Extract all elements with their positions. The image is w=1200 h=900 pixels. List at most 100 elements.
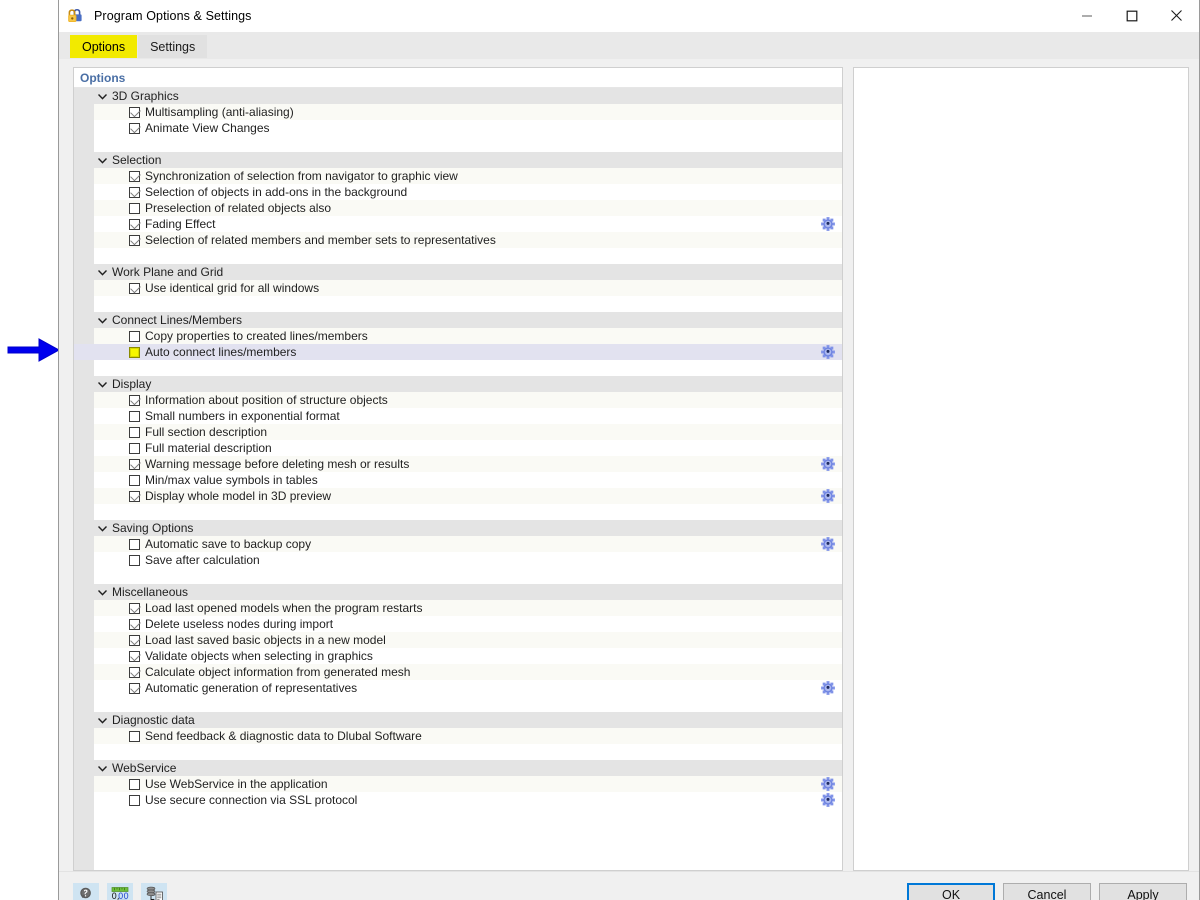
option-row[interactable]: Animate View Changes (74, 120, 842, 136)
option-checkbox[interactable] (129, 331, 140, 342)
option-row[interactable]: Selection of related members and member … (74, 232, 842, 248)
chevron-down-icon[interactable] (95, 712, 109, 728)
option-checkbox[interactable] (129, 187, 140, 198)
ok-button[interactable]: OK (907, 883, 995, 900)
gear-icon[interactable] (821, 681, 835, 695)
group-header-saving-options[interactable]: Saving Options (74, 520, 842, 536)
option-row[interactable]: Load last saved basic objects in a new m… (74, 632, 842, 648)
option-row[interactable]: Synchronization of selection from naviga… (74, 168, 842, 184)
option-checkbox[interactable] (129, 395, 140, 406)
group-header-connect-lines-members[interactable]: Connect Lines/Members (74, 312, 842, 328)
option-checkbox[interactable] (129, 475, 140, 486)
option-row[interactable]: Use identical grid for all windows (74, 280, 842, 296)
option-checkbox[interactable] (129, 203, 140, 214)
row-gutter (74, 328, 94, 344)
chevron-down-icon[interactable] (95, 760, 109, 776)
option-checkbox[interactable] (129, 283, 140, 294)
option-checkbox[interactable] (129, 667, 140, 678)
option-row[interactable]: Selection of objects in add-ons in the b… (74, 184, 842, 200)
units-document-icon[interactable] (141, 883, 167, 900)
tab-settings[interactable]: Settings (138, 35, 207, 58)
option-row[interactable]: Save after calculation (74, 552, 842, 568)
gear-icon[interactable] (821, 457, 835, 471)
option-checkbox[interactable] (129, 603, 140, 614)
option-checkbox[interactable] (129, 779, 140, 790)
option-row[interactable]: Automatic save to backup copy (74, 536, 842, 552)
chevron-down-icon[interactable] (95, 152, 109, 168)
option-checkbox[interactable] (129, 539, 140, 550)
option-checkbox[interactable] (129, 635, 140, 646)
option-checkbox[interactable] (129, 555, 140, 566)
option-checkbox[interactable] (129, 107, 140, 118)
gear-icon[interactable] (821, 345, 835, 359)
option-cell: Load last opened models when the program… (94, 600, 842, 616)
group-header-miscellaneous[interactable]: Miscellaneous (74, 584, 842, 600)
option-checkbox[interactable] (129, 411, 140, 422)
chevron-down-icon[interactable] (95, 520, 109, 536)
option-checkbox[interactable] (129, 123, 140, 134)
option-row[interactable]: Information about position of structure … (74, 392, 842, 408)
help-search-icon[interactable] (73, 883, 99, 900)
chevron-down-icon[interactable] (95, 88, 109, 104)
option-checkbox[interactable] (129, 619, 140, 630)
option-row[interactable]: Min/max value symbols in tables (74, 472, 842, 488)
option-row[interactable]: Calculate object information from genera… (74, 664, 842, 680)
group-header-display[interactable]: Display (74, 376, 842, 392)
cancel-button[interactable]: Cancel (1003, 883, 1091, 900)
group-header-webservice[interactable]: WebService (74, 760, 842, 776)
option-checkbox[interactable] (129, 235, 140, 246)
minimize-button[interactable] (1064, 0, 1109, 31)
option-checkbox[interactable] (129, 219, 140, 230)
gear-icon[interactable] (821, 537, 835, 551)
details-pane (853, 67, 1189, 871)
chevron-down-icon[interactable] (95, 264, 109, 280)
tab-options[interactable]: Options (70, 35, 137, 58)
gear-icon[interactable] (821, 777, 835, 791)
option-checkbox[interactable] (129, 491, 140, 502)
option-row[interactable]: Copy properties to created lines/members (74, 328, 842, 344)
option-row[interactable]: Full section description (74, 424, 842, 440)
group-header-work-plane-and-grid[interactable]: Work Plane and Grid (74, 264, 842, 280)
gear-icon[interactable] (821, 793, 835, 807)
apply-button[interactable]: Apply (1099, 883, 1187, 900)
option-row[interactable]: Validate objects when selecting in graph… (74, 648, 842, 664)
option-row[interactable]: Display whole model in 3D preview (74, 488, 842, 504)
option-row[interactable]: Load last opened models when the program… (74, 600, 842, 616)
gear-icon[interactable] (821, 489, 835, 503)
option-row[interactable]: Delete useless nodes during import (74, 616, 842, 632)
options-grid[interactable]: 3D GraphicsMultisampling (anti-aliasing)… (74, 88, 842, 870)
option-row[interactable]: Use secure connection via SSL protocol (74, 792, 842, 808)
spacer-cell (94, 136, 842, 152)
option-checkbox[interactable] (129, 347, 140, 358)
option-checkbox[interactable] (129, 683, 140, 694)
option-checkbox[interactable] (129, 731, 140, 742)
option-row[interactable]: Automatic generation of representatives (74, 680, 842, 696)
option-row[interactable]: Multisampling (anti-aliasing) (74, 104, 842, 120)
option-checkbox[interactable] (129, 427, 140, 438)
option-checkbox[interactable] (129, 459, 140, 470)
option-row[interactable]: Warning message before deleting mesh or … (74, 456, 842, 472)
chevron-down-icon[interactable] (95, 376, 109, 392)
dialog-body: Options 3D GraphicsMultisampling (anti-a… (59, 59, 1199, 871)
option-row[interactable]: Auto connect lines/members (74, 344, 842, 360)
maximize-button[interactable] (1109, 0, 1154, 31)
option-row[interactable]: Full material description (74, 440, 842, 456)
decimal-places-icon[interactable]: 0, 00 (107, 883, 133, 900)
close-button[interactable] (1154, 0, 1199, 31)
option-row[interactable]: Send feedback & diagnostic data to Dluba… (74, 728, 842, 744)
option-row[interactable]: Small numbers in exponential format (74, 408, 842, 424)
checkbox-wrapper (127, 488, 141, 504)
chevron-down-icon[interactable] (95, 584, 109, 600)
option-row[interactable]: Fading Effect (74, 216, 842, 232)
group-header-selection[interactable]: Selection (74, 152, 842, 168)
option-checkbox[interactable] (129, 171, 140, 182)
option-checkbox[interactable] (129, 651, 140, 662)
gear-icon[interactable] (821, 217, 835, 231)
option-checkbox[interactable] (129, 795, 140, 806)
option-row[interactable]: Preselection of related objects also (74, 200, 842, 216)
group-header-diagnostic-data[interactable]: Diagnostic data (74, 712, 842, 728)
group-header-3d-graphics[interactable]: 3D Graphics (74, 88, 842, 104)
chevron-down-icon[interactable] (95, 312, 109, 328)
option-row[interactable]: Use WebService in the application (74, 776, 842, 792)
option-checkbox[interactable] (129, 443, 140, 454)
